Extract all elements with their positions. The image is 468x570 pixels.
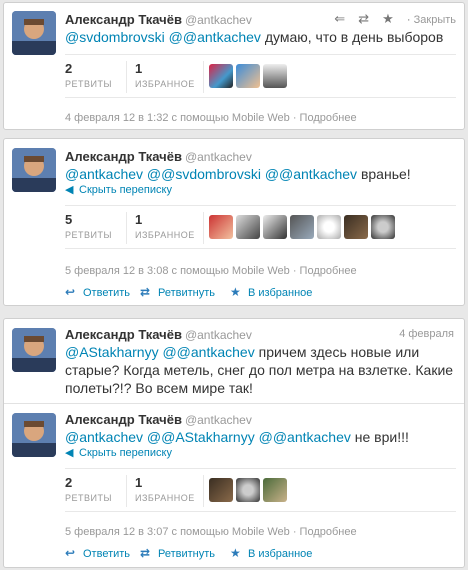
retweets-stat[interactable]: 2 РЕТВИТЫ bbox=[65, 61, 112, 89]
favorites-label: ИЗБРАННОЕ bbox=[135, 493, 195, 503]
tweet-text: @antkachev @@svdombrovski @@antkachev вр… bbox=[65, 165, 455, 183]
retweet-icon[interactable]: ⇄ bbox=[358, 11, 369, 27]
tweet-body: думаю, что в день выборов bbox=[260, 29, 444, 45]
author-name[interactable]: Александр Ткачёв bbox=[65, 12, 182, 27]
reply-icon[interactable]: ⇐ bbox=[334, 11, 345, 27]
tweet-meta[interactable]: 5 февраля 12 в 3:07 с помощью Mobile Web… bbox=[65, 526, 357, 538]
reply-button[interactable]: ↩ Ответить bbox=[65, 285, 130, 299]
author-handle[interactable]: @antkachev bbox=[185, 150, 252, 164]
star-icon: ★ bbox=[230, 546, 241, 560]
avatar[interactable] bbox=[290, 215, 314, 239]
avatar[interactable] bbox=[236, 478, 260, 502]
tweet-body: вранье! bbox=[357, 166, 411, 182]
tweet-meta[interactable]: 5 февраля 12 в 3:08 с помощью Mobile Web… bbox=[65, 265, 357, 277]
author-name[interactable]: Александр Ткачёв bbox=[65, 149, 182, 164]
avatar[interactable] bbox=[12, 328, 56, 372]
close-link[interactable]: · Закрыть bbox=[407, 14, 456, 26]
tweet-body: не ври!!! bbox=[350, 429, 409, 445]
reply-button[interactable]: ↩ Ответить bbox=[65, 546, 130, 560]
retweets-stat[interactable]: 2 РЕТВИТЫ bbox=[65, 475, 112, 503]
conversation-card: Александр Ткачёв @antkachev 4 февраля @AS… bbox=[3, 318, 465, 568]
avatar[interactable] bbox=[209, 478, 233, 502]
hide-conversation-link[interactable]: ◀ Скрыть переписку bbox=[65, 183, 172, 196]
tweet-mentions[interactable]: @antkachev @@svdombrovski @@antkachev bbox=[65, 166, 357, 182]
tweet-text: @antkachev @@AStakharnyy @@antkachev не … bbox=[65, 428, 455, 446]
hide-conversation-label: Скрыть переписку bbox=[79, 184, 172, 196]
tweet-mentions[interactable]: @svdombrovski @@antkachev bbox=[65, 29, 261, 45]
arrow-left-icon: ◀ bbox=[65, 447, 74, 459]
avatar[interactable] bbox=[263, 64, 287, 88]
star-icon[interactable]: ★ bbox=[382, 11, 394, 27]
favorite-button[interactable]: ★ В избранное bbox=[230, 546, 312, 560]
avatar[interactable] bbox=[12, 11, 56, 55]
tweet-date[interactable]: 4 февраля bbox=[399, 328, 454, 340]
author-handle[interactable]: @antkachev bbox=[185, 13, 252, 27]
tweet-card-1: Александр Ткачёв @antkachev ⇐ ⇄ ★ · Закры… bbox=[3, 2, 465, 130]
star-icon: ★ bbox=[230, 285, 241, 299]
tweet-card-3: Александр Ткачёв @antkachev 4 февраля @AS… bbox=[4, 319, 464, 401]
tweet-stats: 2 РЕТВИТЫ 1 ИЗБРАННОЕ bbox=[65, 468, 456, 512]
avatar[interactable] bbox=[209, 64, 233, 88]
tweet-stats: 2 РЕТВИТЫ 1 ИЗБРАННОЕ bbox=[65, 54, 456, 98]
tweet-header: Александр Ткачёв @antkachev bbox=[65, 412, 252, 427]
avatar[interactable] bbox=[12, 148, 56, 192]
tweet-mentions[interactable]: @antkachev @@AStakharnyy @@antkachev bbox=[65, 429, 351, 445]
tweet-header: Александр Ткачёв @antkachev bbox=[65, 149, 252, 164]
retweets-count: 2 bbox=[65, 475, 73, 490]
favorites-stat[interactable]: 1 ИЗБРАННОЕ bbox=[135, 61, 195, 89]
tweet-meta[interactable]: 4 февраля 12 в 1:32 с помощью Mobile Web… bbox=[65, 112, 357, 124]
avatar[interactable] bbox=[371, 215, 395, 239]
author-name[interactable]: Александр Ткачёв bbox=[65, 412, 182, 427]
author-handle[interactable]: @antkachev bbox=[185, 328, 252, 342]
tweet-card-2: Александр Ткачёв @antkachev @antkachev @@… bbox=[3, 138, 465, 306]
retweets-stat[interactable]: 5 РЕТВИТЫ bbox=[65, 212, 112, 240]
tweet-top-actions: ⇐ ⇄ ★ · Закрыть bbox=[324, 11, 456, 27]
favorites-count: 1 bbox=[135, 61, 143, 76]
tweet-header: Александр Ткачёв @antkachev bbox=[65, 12, 252, 27]
tweet-stats: 5 РЕТВИТЫ 1 ИЗБРАННОЕ bbox=[65, 205, 456, 249]
avatar[interactable] bbox=[12, 413, 56, 457]
user-faces bbox=[209, 478, 290, 502]
tweet-text: @svdombrovski @@antkachev думаю, что в д… bbox=[65, 28, 455, 46]
avatar[interactable] bbox=[209, 215, 233, 239]
author-name[interactable]: Александр Ткачёв bbox=[65, 327, 182, 342]
favorites-stat[interactable]: 1 ИЗБРАННОЕ bbox=[135, 212, 195, 240]
tweet-text: @AStakharnyy @@antkachev причем здесь но… bbox=[65, 343, 455, 397]
retweets-count: 5 bbox=[65, 212, 73, 227]
tweet-card-4: Александр Ткачёв @antkachev @antkachev @@… bbox=[4, 403, 464, 569]
reply-icon: ↩ bbox=[65, 285, 76, 299]
avatar[interactable] bbox=[263, 478, 287, 502]
retweets-label: РЕТВИТЫ bbox=[65, 230, 112, 240]
retweet-icon: ⇄ bbox=[140, 546, 151, 560]
favorites-label: ИЗБРАННОЕ bbox=[135, 230, 195, 240]
favorites-stat[interactable]: 1 ИЗБРАННОЕ bbox=[135, 475, 195, 503]
avatar[interactable] bbox=[317, 215, 341, 239]
avatar[interactable] bbox=[236, 64, 260, 88]
tweet-mentions[interactable]: @AStakharnyy @@antkachev bbox=[65, 344, 255, 360]
tweet-header: Александр Ткачёв @antkachev bbox=[65, 327, 252, 342]
author-handle[interactable]: @antkachev bbox=[185, 413, 252, 427]
hide-conversation-link[interactable]: ◀ Скрыть переписку bbox=[65, 446, 172, 459]
avatar[interactable] bbox=[344, 215, 368, 239]
retweets-label: РЕТВИТЫ bbox=[65, 79, 112, 89]
hide-conversation-label: Скрыть переписку bbox=[79, 447, 172, 459]
avatar[interactable] bbox=[263, 215, 287, 239]
retweets-label: РЕТВИТЫ bbox=[65, 493, 112, 503]
favorite-button[interactable]: ★ В избранное bbox=[230, 285, 312, 299]
retweet-button[interactable]: ⇄ Ретвитнуть bbox=[140, 285, 215, 299]
reply-icon: ↩ bbox=[65, 546, 76, 560]
user-faces bbox=[209, 64, 290, 88]
favorites-count: 1 bbox=[135, 475, 143, 490]
arrow-left-icon: ◀ bbox=[65, 184, 74, 196]
retweets-count: 2 bbox=[65, 61, 73, 76]
favorites-label: ИЗБРАННОЕ bbox=[135, 79, 195, 89]
retweet-button[interactable]: ⇄ Ретвитнуть bbox=[140, 546, 215, 560]
avatar[interactable] bbox=[236, 215, 260, 239]
favorites-count: 1 bbox=[135, 212, 143, 227]
retweet-icon: ⇄ bbox=[140, 285, 151, 299]
user-faces bbox=[209, 215, 398, 239]
